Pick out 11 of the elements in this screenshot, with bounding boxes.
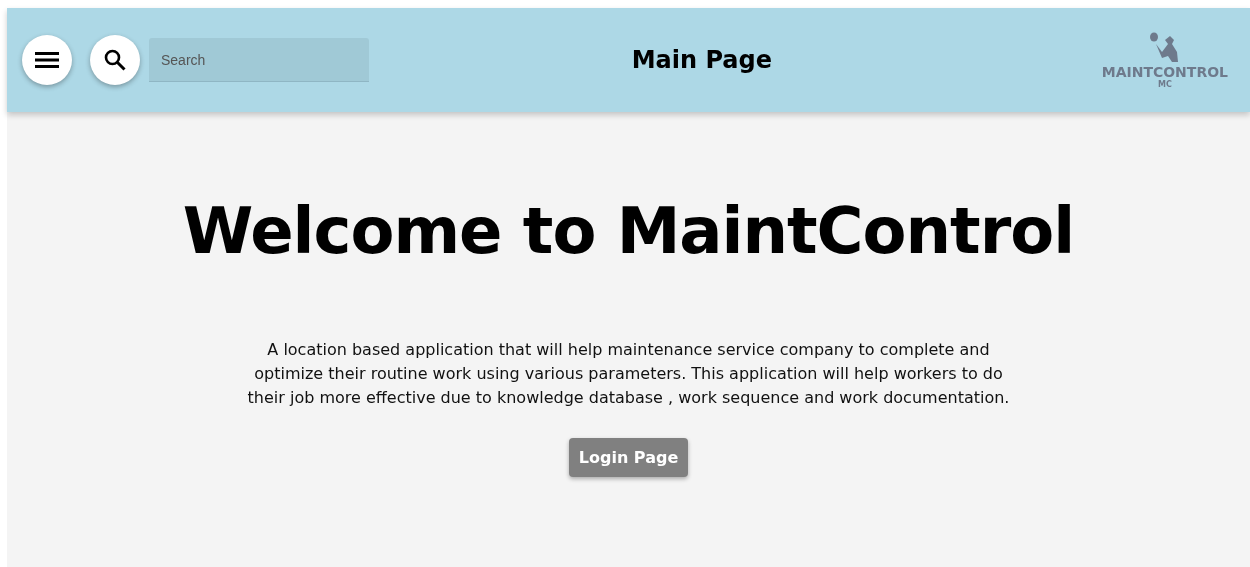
page-title: Main Page — [630, 46, 773, 74]
menu-icon — [35, 50, 59, 70]
description-text: A location based application that will help maintenance service company to complete and optimize their routine work using various parameters. This application will help workers to do their job more effective due to knowledge database , work sequence and work documentation. — [246, 339, 1011, 409]
search-icon — [103, 48, 127, 72]
welcome-heading: Welcome to MaintControl — [182, 194, 1075, 268]
login-button[interactable]: Login Page — [568, 438, 689, 477]
logo-initials: MC — [1157, 79, 1172, 89]
search-field[interactable]: Search — [149, 38, 369, 82]
logo-name: MAINTCONTROL — [1101, 63, 1228, 80]
menu-button[interactable] — [22, 35, 72, 85]
search-button[interactable] — [90, 35, 140, 85]
